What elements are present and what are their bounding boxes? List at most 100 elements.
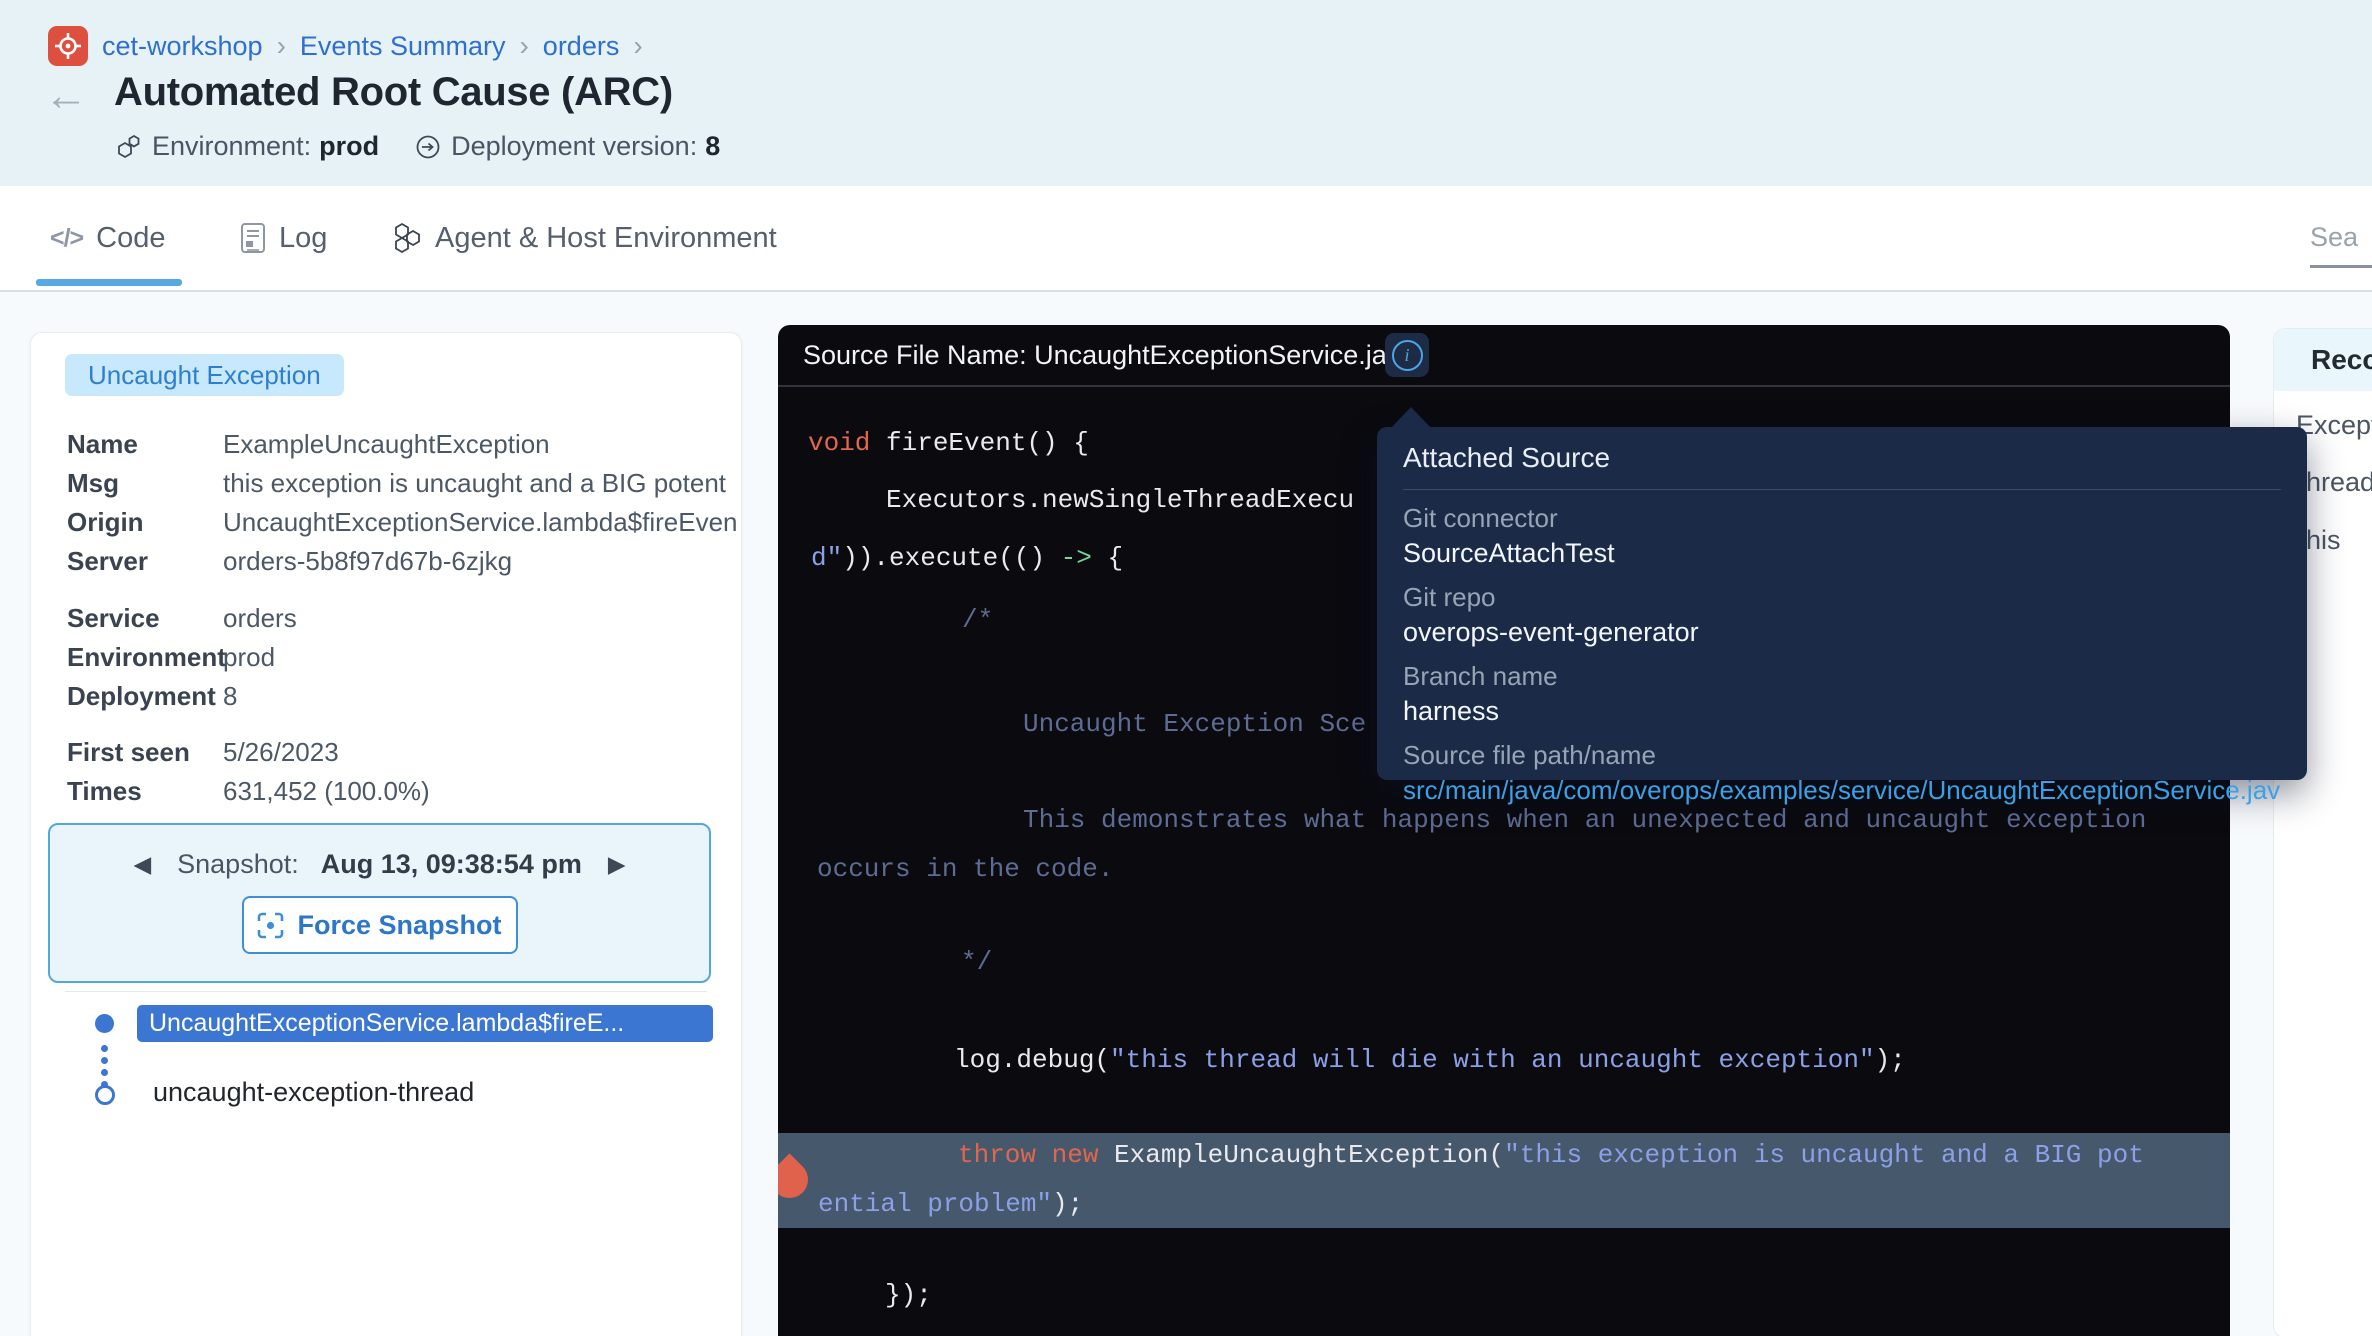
git-connector-label: Git connector (1403, 503, 2281, 534)
stack-frame-dot-icon (95, 1014, 114, 1033)
code-line: d")).execute(() -> { (811, 545, 1123, 571)
code-panel-header: Source File Name: UncaughtExceptionServi… (778, 325, 2230, 387)
event-details-group: Name ExampleUncaughtException Msg this e… (67, 425, 740, 581)
snapshot-label: Snapshot: (177, 849, 299, 880)
context-row: Service orders (67, 599, 740, 638)
tab-code-label: Code (96, 222, 165, 255)
stack-thread-item[interactable]: uncaught-exception-thread (153, 1077, 474, 1108)
occurrence-row: Times 631,452 (100.0%) (67, 772, 740, 811)
snapshot-timestamp: Aug 13, 09:38:54 pm (321, 849, 582, 880)
recorded-list-item[interactable]: Excepti (2296, 410, 2372, 441)
snapshot-prev-button[interactable]: ◀ (129, 851, 155, 878)
attached-source-tooltip: Attached Source Git connector SourceAtta… (1377, 427, 2307, 780)
code-tab-icon: </> (50, 224, 83, 253)
breadcrumb-separator: › (519, 32, 528, 60)
code-line: Uncaught Exception Sce (1023, 711, 1366, 737)
context-row: Environment prod (67, 638, 740, 677)
detail-value: ExampleUncaughtException (223, 429, 550, 460)
detail-value: orders-5b8f97d67b-6zjkg (223, 546, 512, 577)
occurrence-value: 631,452 (100.0%) (223, 776, 430, 807)
source-file-path-link[interactable]: src/main/java/com/overops/examples/servi… (1403, 775, 2281, 806)
detail-value: UncaughtExceptionService.lambda$fireEven (223, 507, 738, 538)
snapshot-next-button[interactable]: ▶ (604, 851, 630, 878)
tab-bar: </> Code Log (0, 186, 2372, 292)
divider (1403, 489, 2281, 490)
context-label: Deployment (67, 681, 223, 712)
environment-row: Environment: prod Deployment version: 8 (116, 131, 720, 162)
occurrence-label: Times (67, 776, 223, 807)
code-line: occurs in the code. (817, 856, 1113, 882)
code-line: log.debug("this thread will die with an … (954, 1047, 1906, 1073)
search-underline (2310, 265, 2372, 268)
environment-label: Environment: (152, 131, 311, 162)
context-value: orders (223, 603, 297, 634)
recorded-list-item[interactable]: hread- (2306, 467, 2372, 498)
force-snapshot-button[interactable]: Force Snapshot (242, 896, 518, 954)
force-snapshot-icon (257, 912, 284, 939)
recorded-panel-title: Recor (2311, 344, 2372, 376)
detail-row: Name ExampleUncaughtException (67, 425, 740, 464)
recorded-panel-header: Recor (2274, 329, 2372, 391)
detail-row: Origin UncaughtExceptionService.lambda$f… (67, 503, 740, 542)
occurrence-row: First seen 5/26/2023 (67, 733, 740, 772)
event-occurrence-group: First seen 5/26/2023 Times 631,452 (100.… (67, 733, 740, 811)
detail-label: Name (67, 429, 223, 460)
detail-row: Server orders-5b8f97d67b-6zjkg (67, 542, 740, 581)
code-line: throw new ExampleUncaughtException("this… (958, 1142, 2144, 1168)
tab-agent-label: Agent & Host Environment (435, 222, 777, 255)
context-value: 8 (223, 681, 237, 712)
back-arrow-icon[interactable]: ← (44, 74, 88, 118)
code-line: }); (885, 1282, 932, 1308)
stack-connector-dots (101, 1045, 108, 1088)
tab-log-label: Log (279, 222, 327, 255)
code-line: ential problem"); (818, 1191, 1083, 1217)
deployment-version-label: Deployment version: (451, 131, 697, 162)
breadcrumb-separator: › (633, 32, 642, 60)
code-line: void fireEvent() { (808, 430, 1089, 456)
branch-name-label: Branch name (1403, 661, 2281, 692)
detail-value: this exception is uncaught and a BIG pot… (223, 468, 726, 499)
breadcrumb-link-events-summary[interactable]: Events Summary (300, 31, 506, 62)
source-file-path-label: Source file path/name (1403, 740, 2281, 771)
breadcrumb-separator: › (277, 32, 286, 60)
detail-row: Msg this exception is uncaught and a BIG… (67, 464, 740, 503)
detail-label: Msg (67, 468, 223, 499)
git-repo-label: Git repo (1403, 582, 2281, 613)
detail-label: Server (67, 546, 223, 577)
snapshot-nav: ◀ Snapshot: Aug 13, 09:38:54 pm ▶ (50, 849, 709, 880)
code-line: /* (962, 607, 993, 633)
tab-log[interactable]: Log (240, 186, 327, 290)
branch-name-value: harness (1403, 696, 2281, 727)
hexagons-cluster-icon (392, 222, 422, 254)
detail-label: Origin (67, 507, 223, 538)
deployment-version-value: 8 (705, 131, 720, 162)
page-title: Automated Root Cause (ARC) (114, 70, 673, 115)
snapshot-box: ◀ Snapshot: Aug 13, 09:38:54 pm ▶ Force … (48, 823, 711, 983)
overops-logo-icon[interactable] (48, 26, 88, 66)
source-file-name: Source File Name: UncaughtExceptionServi… (803, 340, 1415, 371)
tab-agent-host-environment[interactable]: Agent & Host Environment (392, 186, 777, 290)
divider (65, 991, 707, 992)
recorded-list-item[interactable]: his (2306, 525, 2341, 556)
occurrence-value: 5/26/2023 (223, 737, 339, 768)
active-tab-underline (36, 279, 182, 286)
log-document-icon (240, 222, 266, 254)
breadcrumb-link-workspace[interactable]: cet-workshop (102, 31, 263, 62)
stack-thread-circle-icon[interactable] (95, 1085, 115, 1105)
code-line: Executors.newSingleThreadExecu (886, 487, 1354, 513)
tab-code[interactable]: </> Code (50, 186, 165, 290)
info-icon: i (1392, 340, 1423, 371)
search-placeholder: Sea (2310, 222, 2372, 253)
tooltip-title: Attached Source (1403, 442, 2281, 474)
git-repo-value: overops-event-generator (1403, 617, 2281, 648)
git-connector-value: SourceAttachTest (1403, 538, 2281, 569)
deployment-version-icon (415, 134, 441, 160)
occurrence-label: First seen (67, 737, 223, 768)
search-input[interactable]: Sea (2310, 222, 2372, 268)
breadcrumb-link-orders[interactable]: orders (543, 31, 620, 62)
event-details-card: Uncaught Exception Name ExampleUncaughtE… (30, 332, 742, 1336)
stack-frame-selected[interactable]: UncaughtExceptionService.lambda$fireE... (137, 1005, 713, 1042)
context-label: Environment (67, 642, 223, 673)
attached-source-info-button[interactable]: i (1385, 333, 1429, 377)
tooltip-content: Attached Source Git connector SourceAtta… (1377, 427, 2307, 821)
